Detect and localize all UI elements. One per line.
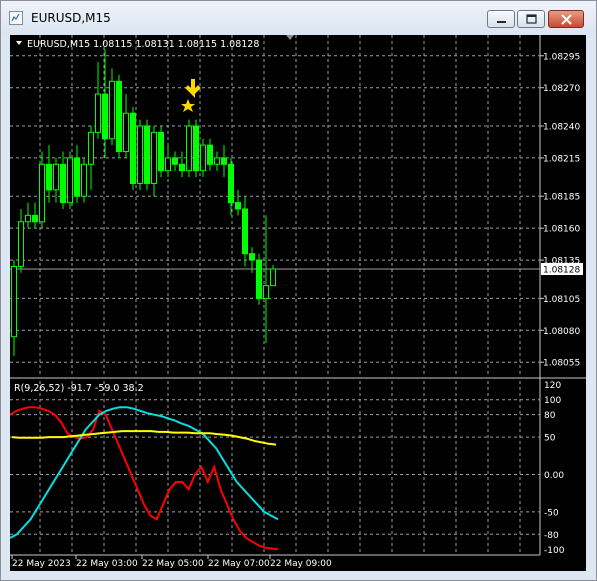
candle-body <box>200 144 206 172</box>
indicator-label: R(9,26,52) -91.7 -59.0 38.2 <box>14 383 144 394</box>
price-tick-label: 1.08160 <box>543 225 580 235</box>
terminal-window: EURUSD,M15 1.08295 1.08270 1.08240 1.08215 1… <box>0 0 597 581</box>
candle-body <box>263 285 269 299</box>
star-icon[interactable] <box>181 99 195 112</box>
price-tick-label: 1.08080 <box>543 327 580 337</box>
indicator-tick-label: 120 <box>544 381 561 391</box>
candle-body <box>60 163 66 204</box>
candle-body <box>144 125 150 184</box>
chart-symbol-info: EURUSD,M15 1.08115 1.08131 1.08115 1.081… <box>27 39 259 50</box>
candle-body <box>207 144 213 165</box>
chart-window-icon <box>9 11 23 25</box>
time-axis-label: 22 May 03:00 <box>76 559 138 569</box>
title-bar[interactable]: EURUSD,M15 <box>1 1 596 35</box>
candle-body <box>123 112 129 153</box>
candle-body <box>193 125 199 172</box>
price-tick-label: 1.08240 <box>543 123 580 133</box>
price-tick-label: 1.08215 <box>543 154 580 164</box>
indicator-tick-label: -80 <box>544 531 559 541</box>
candle-body <box>88 131 94 165</box>
candle-body <box>249 253 255 261</box>
candle-body <box>165 157 171 172</box>
candle-body <box>109 80 115 140</box>
candle-body <box>221 157 227 165</box>
candle-body <box>53 163 59 191</box>
candle-body <box>235 202 241 210</box>
chart-area[interactable]: 1.08295 1.08270 1.08240 1.08215 1.08185 1.081… <box>10 35 586 571</box>
candle-body <box>18 221 24 267</box>
time-axis-label: 22 May 05:00 <box>142 559 204 569</box>
candle-body <box>186 125 192 172</box>
candle-body <box>270 268 276 287</box>
candle-body <box>214 157 220 165</box>
minimize-button[interactable] <box>487 10 515 28</box>
candle-body <box>67 157 73 204</box>
candle-body <box>151 131 157 184</box>
time-axis-label: 22 May 2023 <box>12 559 71 569</box>
current-price-label: 1.08128 <box>543 266 580 276</box>
price-tick-label: 1.08055 <box>543 359 580 369</box>
price-tick-label: 1.08270 <box>543 84 580 94</box>
candle-body <box>74 157 80 197</box>
candle-body <box>158 131 164 172</box>
price-tick-label: 1.08295 <box>543 52 580 62</box>
candle-body <box>242 208 248 255</box>
candle-body <box>11 265 17 338</box>
indicator-tick-label: -100 <box>544 546 565 556</box>
close-button[interactable] <box>548 10 584 28</box>
time-axis-label: 22 May 07:00 <box>208 559 270 569</box>
chart-shift-marker-icon[interactable] <box>286 35 294 40</box>
chart-menu-triangle-icon[interactable] <box>16 41 22 45</box>
indicator-tick-label: 80 <box>544 411 556 421</box>
oscillator-line-1 <box>10 406 279 551</box>
candle-body <box>81 163 87 197</box>
candle-body <box>39 163 45 223</box>
oscillator-line-2 <box>10 406 279 539</box>
candle-body <box>46 163 52 191</box>
candle-body <box>137 125 143 184</box>
close-icon <box>561 14 572 25</box>
candle-body <box>179 163 185 172</box>
chart-canvas[interactable]: 1.08295 1.08270 1.08240 1.08215 1.08185 1.081… <box>10 35 586 571</box>
maximize-button[interactable] <box>517 10 545 28</box>
candle-body <box>25 214 31 223</box>
candle-body <box>95 93 101 133</box>
candle-body <box>256 259 262 299</box>
time-axis-label: 22 May 09:00 <box>270 559 332 569</box>
maximize-icon <box>526 14 537 24</box>
down-arrow-icon[interactable] <box>185 79 201 98</box>
candle-body <box>102 93 108 140</box>
indicator-tick-label: -50 <box>544 508 559 518</box>
candle-body <box>130 112 136 184</box>
candle-body <box>32 214 38 223</box>
indicator-tick-label: 50 <box>544 434 556 444</box>
oscillator-line-3 <box>11 430 277 446</box>
candle-body <box>116 80 122 153</box>
indicator-tick-label: 100 <box>544 396 561 406</box>
price-tick-label: 1.08105 <box>543 295 580 305</box>
window-title: EURUSD,M15 <box>31 11 111 25</box>
window-bottom-border <box>1 571 596 580</box>
candle-body <box>172 157 178 165</box>
candle-body <box>228 163 234 204</box>
indicator-tick-label: 0.00 <box>544 471 564 481</box>
minimize-icon <box>497 21 506 23</box>
price-tick-label: 1.08185 <box>543 193 580 203</box>
